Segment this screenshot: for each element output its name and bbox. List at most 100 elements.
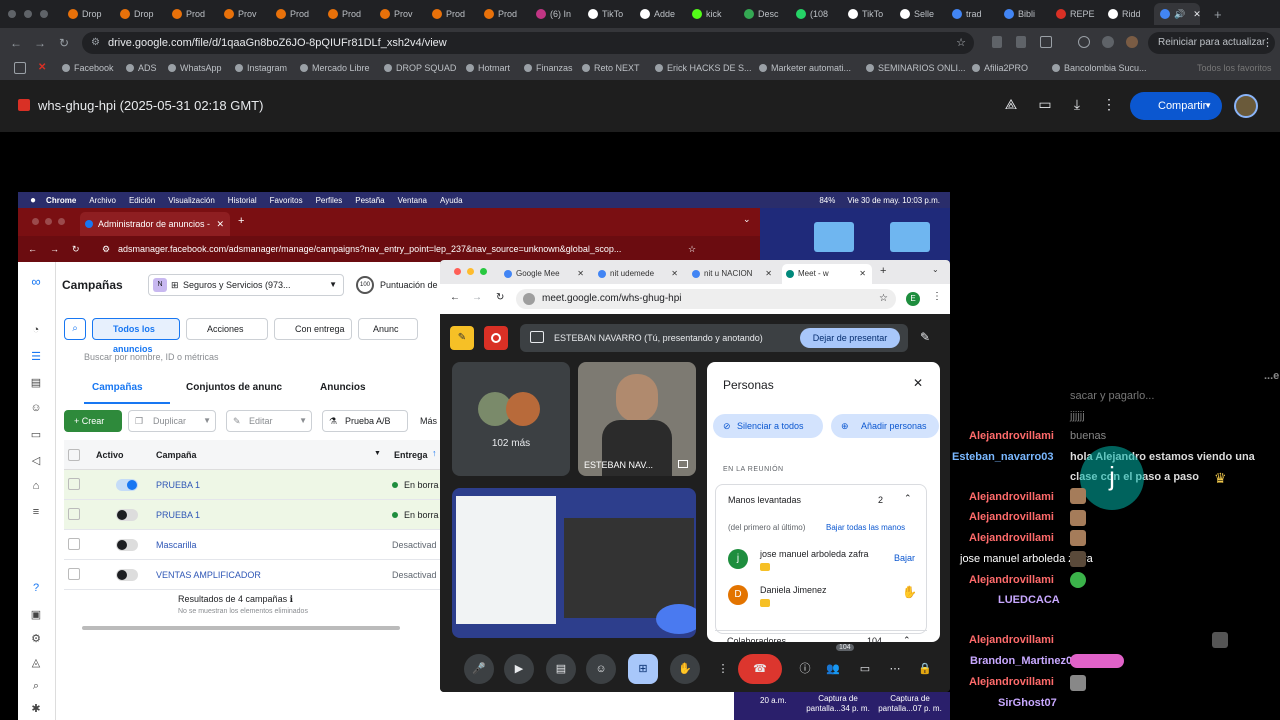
campaign-toggle[interactable] — [116, 539, 138, 551]
column-header-campaign[interactable]: Campaña — [156, 450, 197, 460]
row-checkbox[interactable] — [68, 568, 80, 580]
browser-tab[interactable]: Ridd — [1102, 3, 1150, 25]
edit-button[interactable]: ✎ Editar ▼ — [226, 410, 312, 432]
thumbnail-label[interactable]: Captura de pantalla...07 p. m. — [878, 694, 942, 714]
settings-icon[interactable]: ⚙ — [28, 632, 44, 646]
apps-icon[interactable] — [14, 62, 26, 74]
raised-hand-icon[interactable]: ✋ — [902, 585, 917, 599]
chevron-up-icon[interactable]: ⌃ — [903, 635, 911, 646]
menu-kebab-icon[interactable]: ⋮ — [1262, 36, 1273, 49]
meet-url-bar[interactable]: ← → ↻ meet.google.com/whs-ghug-hpi ☆ E ⋮ — [440, 284, 950, 314]
people-icon[interactable]: 👥 — [818, 654, 848, 684]
close-tab-icon[interactable]: ✕ — [1193, 9, 1200, 20]
megaphone-icon[interactable]: ◁ — [28, 454, 44, 468]
filter-button[interactable]: Anunc — [358, 318, 418, 340]
browser-tab[interactable]: Adde — [634, 3, 682, 25]
ads-tab-0[interactable]: Campañas — [92, 382, 143, 393]
mic-icon[interactable]: 🎤 — [464, 654, 494, 684]
profile-avatar[interactable]: E — [906, 292, 920, 306]
new-tab-button[interactable]: + — [880, 265, 886, 277]
meet-omnibox[interactable]: meet.google.com/whs-ghug-hpi ☆ — [516, 289, 896, 309]
meet-browser-tab[interactable]: nit u NACION ✕ — [688, 264, 778, 284]
row-checkbox[interactable] — [68, 538, 80, 550]
row-checkbox[interactable] — [68, 478, 80, 490]
forward-icon[interactable]: → — [472, 292, 482, 303]
sort-arrow-icon[interactable]: ↑ — [432, 448, 437, 458]
reload-icon[interactable]: ↻ — [72, 236, 80, 262]
bookmark-item[interactable]: DROP SQUAD — [396, 63, 456, 73]
annotate-icon[interactable]: ✎ — [450, 326, 474, 350]
chevron-down-icon[interactable]: ⌄ — [743, 214, 751, 225]
sort-icon[interactable]: ▼ — [374, 450, 381, 457]
billing-icon[interactable]: ▭ — [28, 428, 44, 442]
campaign-toggle[interactable] — [116, 509, 138, 521]
browser-tab[interactable]: Selle — [894, 3, 942, 25]
mac-menu-item[interactable]: Edición — [129, 196, 155, 205]
mac-menu-item[interactable]: Ayuda — [440, 196, 463, 205]
chevron-up-icon[interactable]: ⌃ — [904, 493, 912, 504]
browser-tab[interactable]: TikTo — [582, 3, 630, 25]
add-people-button[interactable]: ⊕ Añadir personas — [831, 414, 939, 438]
ads-tab-1[interactable]: Conjuntos de anunc — [186, 382, 282, 393]
collaborators-group[interactable]: Colaboradores 104 ⌃ — [715, 630, 927, 650]
campaign-toggle[interactable] — [116, 569, 138, 581]
browser-tab[interactable]: Prod — [322, 3, 370, 25]
back-icon[interactable]: ← — [8, 36, 24, 50]
more-actions-icon[interactable]: ⋮ — [1100, 96, 1118, 114]
ads-url-bar[interactable]: ← → ↻ ⚙ adsmanager.facebook.com/adsmanag… — [18, 236, 760, 262]
speaker-tile[interactable]: ESTEBAN NAV... — [578, 362, 696, 476]
chevron-down-icon[interactable]: ⌄ — [932, 265, 939, 274]
browser-tab[interactable]: Bibli — [998, 3, 1046, 25]
record-icon[interactable] — [484, 326, 508, 350]
mute-all-button[interactable]: ⊘ Silenciar a todos — [713, 414, 823, 438]
participant-row[interactable]: D Daniela Jimenez ✋ — [716, 581, 926, 613]
filter-button[interactable]: Todos los anuncios — [92, 318, 180, 354]
row-checkbox[interactable] — [68, 508, 80, 520]
menu-kebab-icon[interactable]: ⋮ — [932, 291, 942, 302]
info-icon[interactable]: ℹ — [290, 594, 293, 604]
column-header-delivery[interactable]: Entrega — [394, 450, 428, 460]
site-info-icon[interactable]: ⚙ — [102, 236, 110, 262]
bookmark-item[interactable]: Facebook — [74, 63, 114, 73]
menu-icon[interactable]: ≡ — [28, 506, 44, 520]
host-controls-icon[interactable]: 🔒 — [910, 654, 940, 684]
bookmark-item[interactable]: Reto NEXT — [594, 63, 640, 73]
ab-test-button[interactable]: ⚗ Prueba A/B — [322, 410, 408, 432]
bookmark-item[interactable]: Afilia2PRO — [984, 63, 1028, 73]
bookmark-item[interactable]: Todos los favoritos — [1197, 63, 1272, 73]
emoji-icon[interactable]: ☺ — [586, 654, 616, 684]
pages-icon[interactable]: ▤ — [28, 376, 44, 390]
extensions-icon[interactable] — [1040, 36, 1052, 48]
bookmark-item[interactable]: WhatsApp — [180, 63, 222, 73]
bookmark-item[interactable]: Marketer automati... — [771, 63, 851, 73]
bookmark-star-icon[interactable]: ☆ — [688, 236, 696, 262]
browser-tab[interactable]: REPE — [1050, 3, 1098, 25]
new-tab-button[interactable]: + — [1214, 7, 1222, 22]
participant-row[interactable]: j jose manuel arboleda zafra Bajar — [716, 545, 926, 577]
search-icon[interactable]: ⌕ — [28, 680, 44, 694]
filter-button[interactable]: Con entrega — [274, 318, 352, 340]
captions-icon[interactable]: ▤ — [546, 654, 576, 684]
browser-tab[interactable]: Drop — [114, 3, 162, 25]
browser-tab[interactable]: Prod — [478, 3, 526, 25]
new-tab-button[interactable]: + — [238, 215, 244, 227]
lower-all-hands-button[interactable]: Bajar todas las manos — [826, 523, 905, 532]
browser-tab[interactable]: trad — [946, 3, 994, 25]
browser-tab[interactable]: Prov — [218, 3, 266, 25]
download-icon[interactable] — [1102, 36, 1114, 48]
chevron-down-icon[interactable]: ▼ — [1204, 92, 1212, 120]
window-minimize-dot[interactable] — [467, 268, 474, 275]
account-selector[interactable]: N ⊞ Seguros y Servicios (973... ▼ — [148, 274, 344, 296]
more-button[interactable]: Más — [420, 416, 437, 426]
bookmark-x-icon[interactable]: ✕ — [38, 62, 46, 73]
mac-menu-item[interactable]: Archivo — [89, 196, 116, 205]
annotation-tool-icon[interactable] — [656, 604, 696, 634]
campaign-name[interactable]: Mascarilla — [156, 540, 197, 550]
active-tab[interactable]: 🔊 ✕ — [1154, 3, 1200, 25]
browser-tab[interactable]: Desc — [738, 3, 786, 25]
mac-menu-item[interactable]: Chrome — [46, 196, 76, 205]
notifications-icon[interactable]: ◬ — [28, 656, 44, 670]
forward-icon[interactable]: → — [50, 236, 59, 262]
forward-icon[interactable]: → — [32, 36, 48, 50]
meet-browser-tab[interactable]: nit udemede ✕ — [594, 264, 684, 284]
